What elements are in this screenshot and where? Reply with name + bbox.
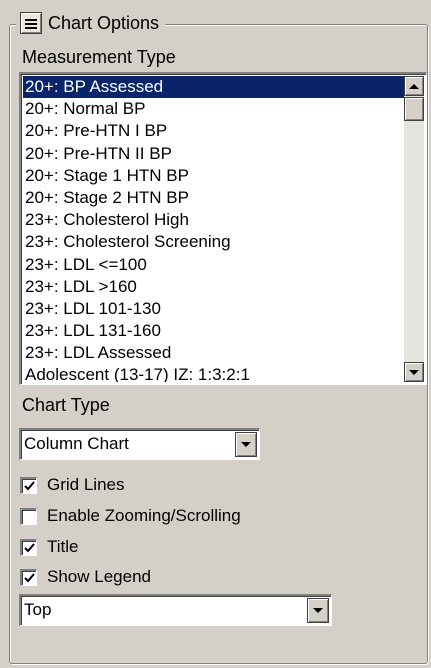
list-item[interactable]: 23+: LDL 131-160 [23,320,404,342]
title-option[interactable]: Title [20,535,79,559]
list-item[interactable]: 23+: Cholesterol Screening [23,231,404,253]
list-item[interactable]: 20+: Pre-HTN II BP [23,143,404,165]
measurement-type-items: 20+: BP Assessed 20+: Normal BP 20+: Pre-H… [23,76,404,382]
list-item[interactable]: 20+: Pre-HTN I BP [23,120,404,142]
chart-type-value: Column Chart [24,434,129,453]
measurement-type-label: Measurement Type [22,47,176,67]
collapse-icon[interactable] [20,12,42,34]
chevron-down-icon [313,608,323,613]
scroll-up-button[interactable] [404,76,424,96]
chart-type-dropdown-button[interactable] [235,432,257,457]
list-item[interactable]: 20+: Normal BP [23,98,404,120]
legend-position-value: Top [24,600,52,619]
title-checkbox[interactable] [20,538,37,556]
show-legend-option[interactable]: Show Legend [20,565,151,589]
show-legend-label: Show Legend [47,567,151,586]
list-item[interactable]: Adolescent (13-17) IZ: 1:3:2:1 [23,364,404,382]
legend-position-dropdown-button[interactable] [307,598,329,623]
list-item[interactable]: 23+: LDL 101-130 [23,298,404,320]
list-item[interactable]: 23+: Cholesterol High [23,209,404,231]
grid-lines-option[interactable]: Grid Lines [20,473,124,497]
title-label: Title [47,537,79,556]
chart-type-label: Chart Type [22,395,110,415]
list-item[interactable]: 20+: BP Assessed [23,76,404,99]
scroll-down-button[interactable] [404,362,424,382]
list-item[interactable]: 23+: LDL <=100 [23,254,404,276]
list-item[interactable]: 23+: LDL >160 [23,276,404,298]
checkmark-icon [23,542,35,552]
grid-lines-label: Grid Lines [47,475,125,494]
arrow-up-icon [409,83,419,89]
arrow-down-icon [409,369,419,375]
checkmark-icon [23,480,35,490]
measurement-type-listbox[interactable]: 20+: BP Assessed 20+: Normal BP 20+: Pre-H… [19,72,427,385]
legend-position-select[interactable]: Top [19,594,332,626]
listbox-scrollbar[interactable] [404,76,424,382]
show-legend-checkbox[interactable] [20,568,37,586]
list-item[interactable]: 20+: Stage 1 HTN BP [23,165,404,187]
list-item[interactable]: 20+: Stage 2 HTN BP [23,187,404,209]
grid-lines-checkbox[interactable] [20,476,37,494]
chart-type-select[interactable]: Column Chart [19,428,260,460]
chart-options-header: Chart Options [16,10,166,36]
chevron-down-icon [241,442,251,447]
list-item[interactable]: 23+: LDL Assessed [23,342,404,364]
scroll-thumb[interactable] [404,97,424,121]
checkmark-icon [23,572,35,582]
chart-options-title: Chart Options [48,13,160,33]
zooming-checkbox[interactable] [20,507,37,525]
zooming-option[interactable]: Enable Zooming/Scrolling [20,504,241,528]
zooming-label: Enable Zooming/Scrolling [47,506,241,525]
